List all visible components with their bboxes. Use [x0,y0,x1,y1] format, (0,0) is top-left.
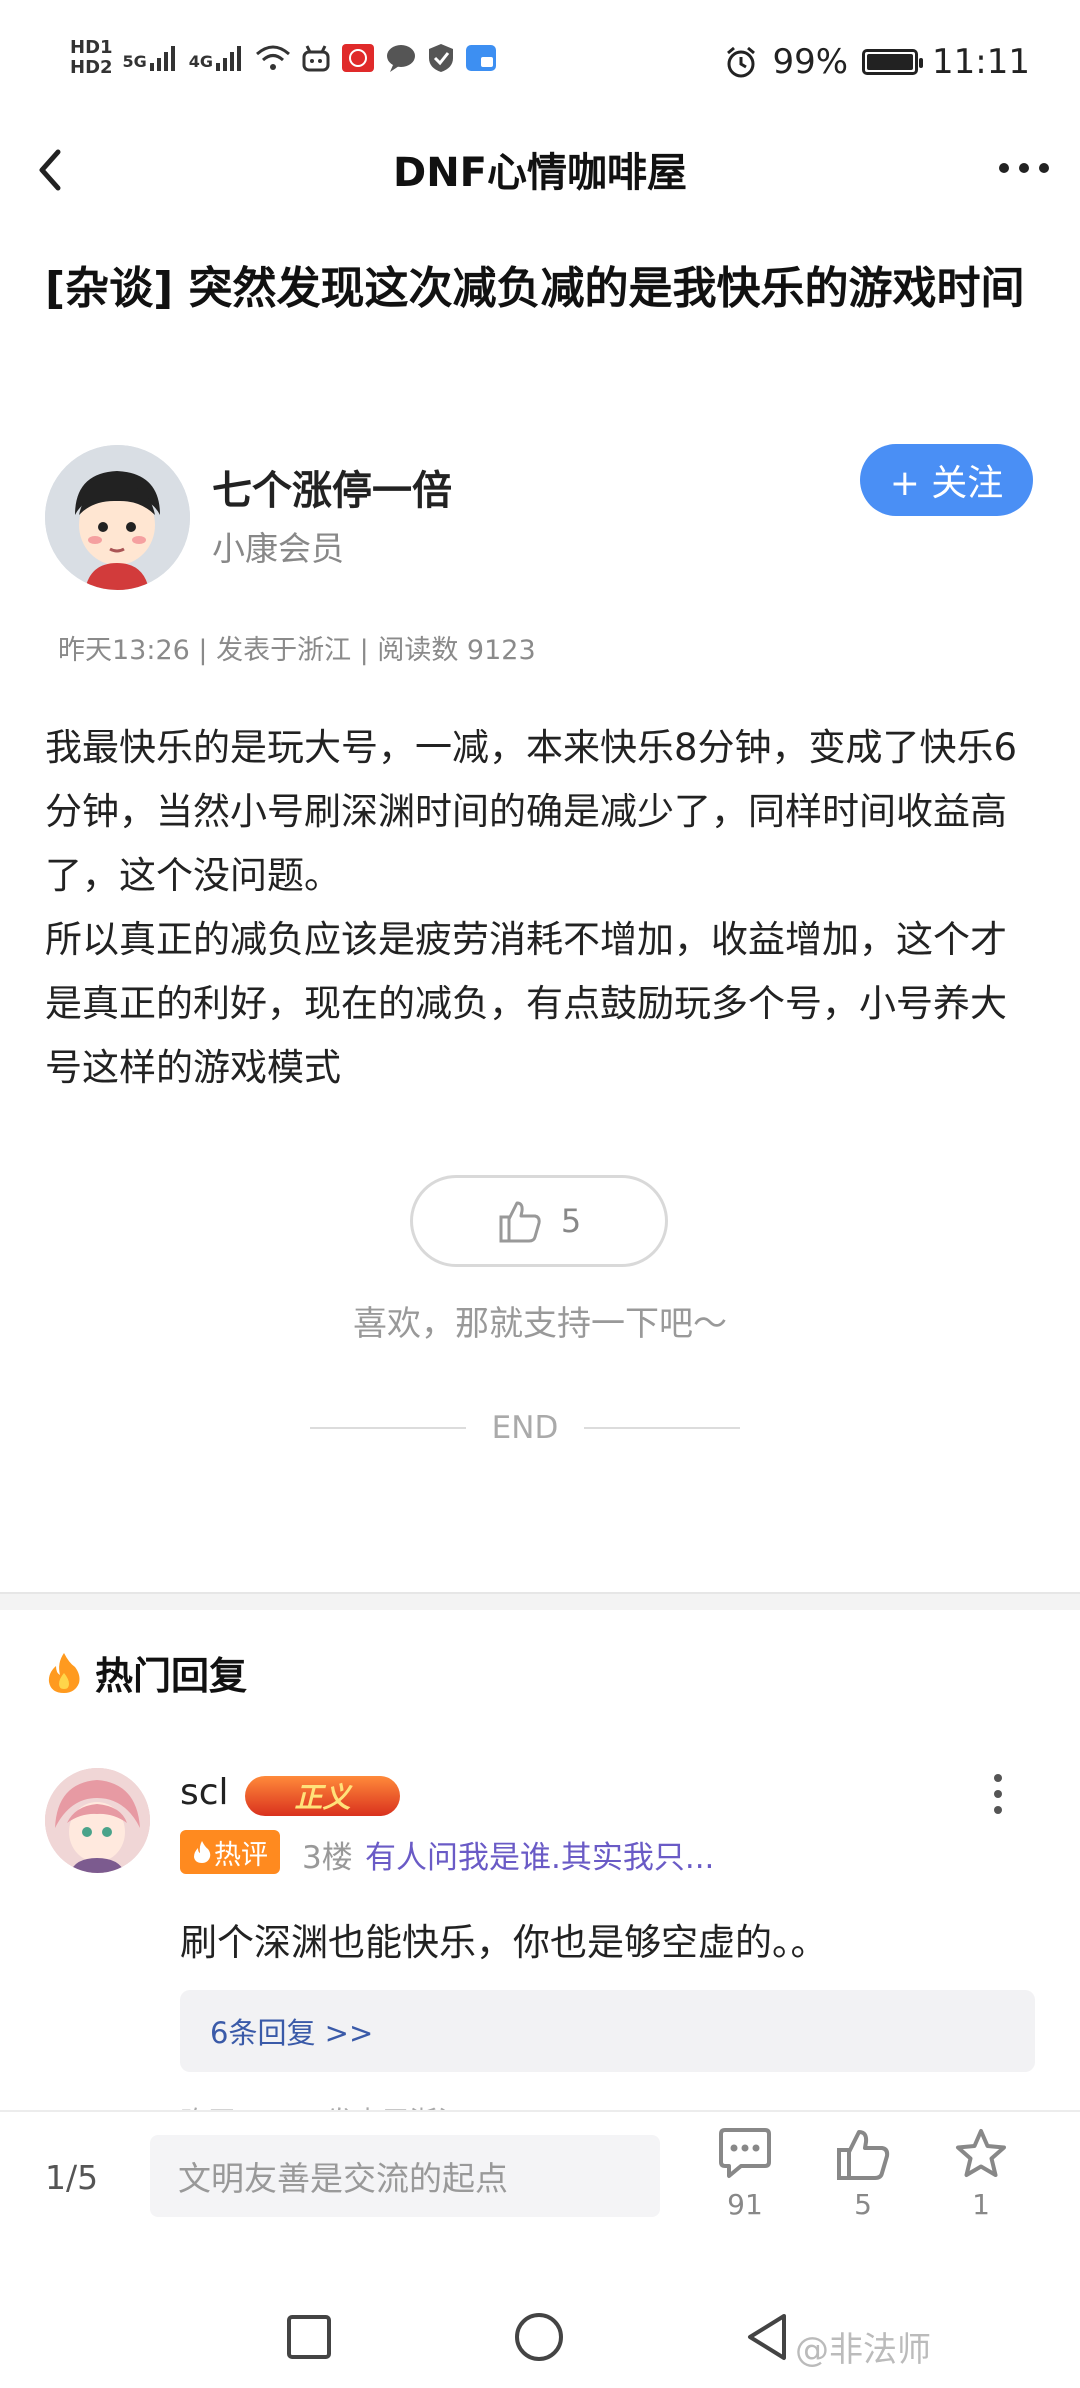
end-label: END [491,1410,559,1446]
section-divider [0,1592,1080,1610]
hd1-label: HD1 [70,37,113,58]
post-body: 我最快乐的是玩大号，一减，本来快乐8分钟，变成了快乐6分钟，当然小号刷深渊时间的… [45,716,1035,1100]
wifi-icon [256,45,291,70]
comment-input[interactable]: 文明友善是交流的起点 [150,2135,660,2217]
chat-bubble-icon [387,45,416,72]
view-replies-button[interactable]: 6条回复 >> [180,1990,1035,2072]
hot-replies-title: 热门回复 [95,1654,248,1698]
alarm-icon [727,46,756,78]
comment-icon [719,2128,771,2178]
small-flame-icon [194,1841,211,1863]
more-dots-icon [999,163,1049,173]
status-bar: HD1 HD2 5G 4G 99% 11:11 [0,0,1080,130]
clock: 11:11 [932,42,1030,82]
post-paragraph: 所以真正的减负应该是疲劳消耗不增加，收益增加，这个才是真正的利好，现在的减负，有… [45,918,1007,1089]
comment-count: 91 [727,2188,763,2221]
robot-icon [302,45,330,72]
replies-label: 6条回复 >> [210,2016,374,2050]
hot-comment-label: 热评 [214,1839,268,1871]
comment-input-placeholder: 文明友善是交流的起点 [178,2159,508,2198]
status-left: HD1 HD2 5G 4G [70,38,497,78]
author-member-level: 小康会员 [212,529,344,568]
page-indicator[interactable]: 1/5 [45,2158,98,2197]
flame-icon [48,1652,80,1693]
comment-floor: 3楼 [302,1840,353,1876]
signal-4g-label: 4G [188,52,214,71]
back-nav-button[interactable] [742,2310,792,2364]
end-line-left [310,1427,466,1429]
shield-icon [429,44,454,72]
recent-apps-button[interactable] [284,2312,334,2362]
author-name[interactable]: 七个涨停一倍 [212,458,452,516]
comment-more-button[interactable] [990,1772,1006,1816]
end-separator: END [310,1410,740,1446]
like-post-button[interactable]: 5 [410,1175,668,1267]
app-blue-icon [466,45,497,71]
commenter-title-badge: 正义 [245,1776,400,1816]
avatar-face-icon [45,445,190,590]
battery-fill [867,54,913,70]
thumbs-up-icon [499,1201,541,1243]
post-paragraph: 我最快乐的是玩大号，一减，本来快乐8分钟，变成了快乐6分钟，当然小号刷深渊时间的… [45,726,1018,897]
comment-text: 刷个深渊也能快乐，你也是够空虚的。。 [180,1921,828,1964]
hot-comment-badge: 热评 [180,1830,280,1874]
commenter-name[interactable]: scl [180,1772,229,1813]
star-icon [956,2129,1006,2177]
status-right: 99% 11:11 [724,42,1030,82]
battery-icon [862,49,924,75]
signal-4g-icon: 4G [189,45,245,71]
follow-button[interactable]: + 关注 [860,444,1033,516]
app-red-icon [342,44,375,72]
commenter-avatar[interactable] [45,1768,150,1873]
hd-icon: HD1 HD2 [70,38,113,78]
like-bar-count: 5 [854,2188,872,2221]
badge-label: 正义 [294,1781,351,1814]
hot-replies-header: 热门回复 [45,1645,247,1700]
post-meta: 昨天13:26 | 发表于浙江 | 阅读数 9123 [58,635,536,666]
watermark: @非法师 [795,2330,931,2370]
thumbs-up-icon [837,2130,890,2180]
nav-title: DNF心情咖啡屋 [392,150,687,196]
anime-avatar-icon [45,1768,150,1873]
end-line-right [584,1427,740,1429]
like-bar-button[interactable]: 5 [818,2128,908,2221]
favorite-count: 1 [972,2188,990,2221]
more-options-button[interactable] [996,138,1052,209]
signal-5g-label: 5G [122,52,147,71]
hd2-label: HD2 [70,57,113,78]
home-button[interactable] [512,2310,566,2364]
post-title: [杂谈] 突然发现这次减负减的是我快乐的游戏时间 [45,263,1025,314]
signal-5g-icon: 5G [123,45,179,71]
comment-quote-link[interactable]: 有人问我是谁.其实我只... [365,1832,714,1877]
like-hint: 喜欢，那就支持一下吧～ [353,1304,727,1344]
like-count: 5 [560,1202,582,1240]
battery-percent: 99% [772,42,849,82]
comments-button[interactable]: 91 [700,2128,790,2221]
favorite-button[interactable]: 1 [936,2128,1026,2221]
follow-label: + 关注 [889,463,1004,504]
author-avatar[interactable] [45,445,190,590]
vertical-dots-icon [994,1774,1002,1814]
